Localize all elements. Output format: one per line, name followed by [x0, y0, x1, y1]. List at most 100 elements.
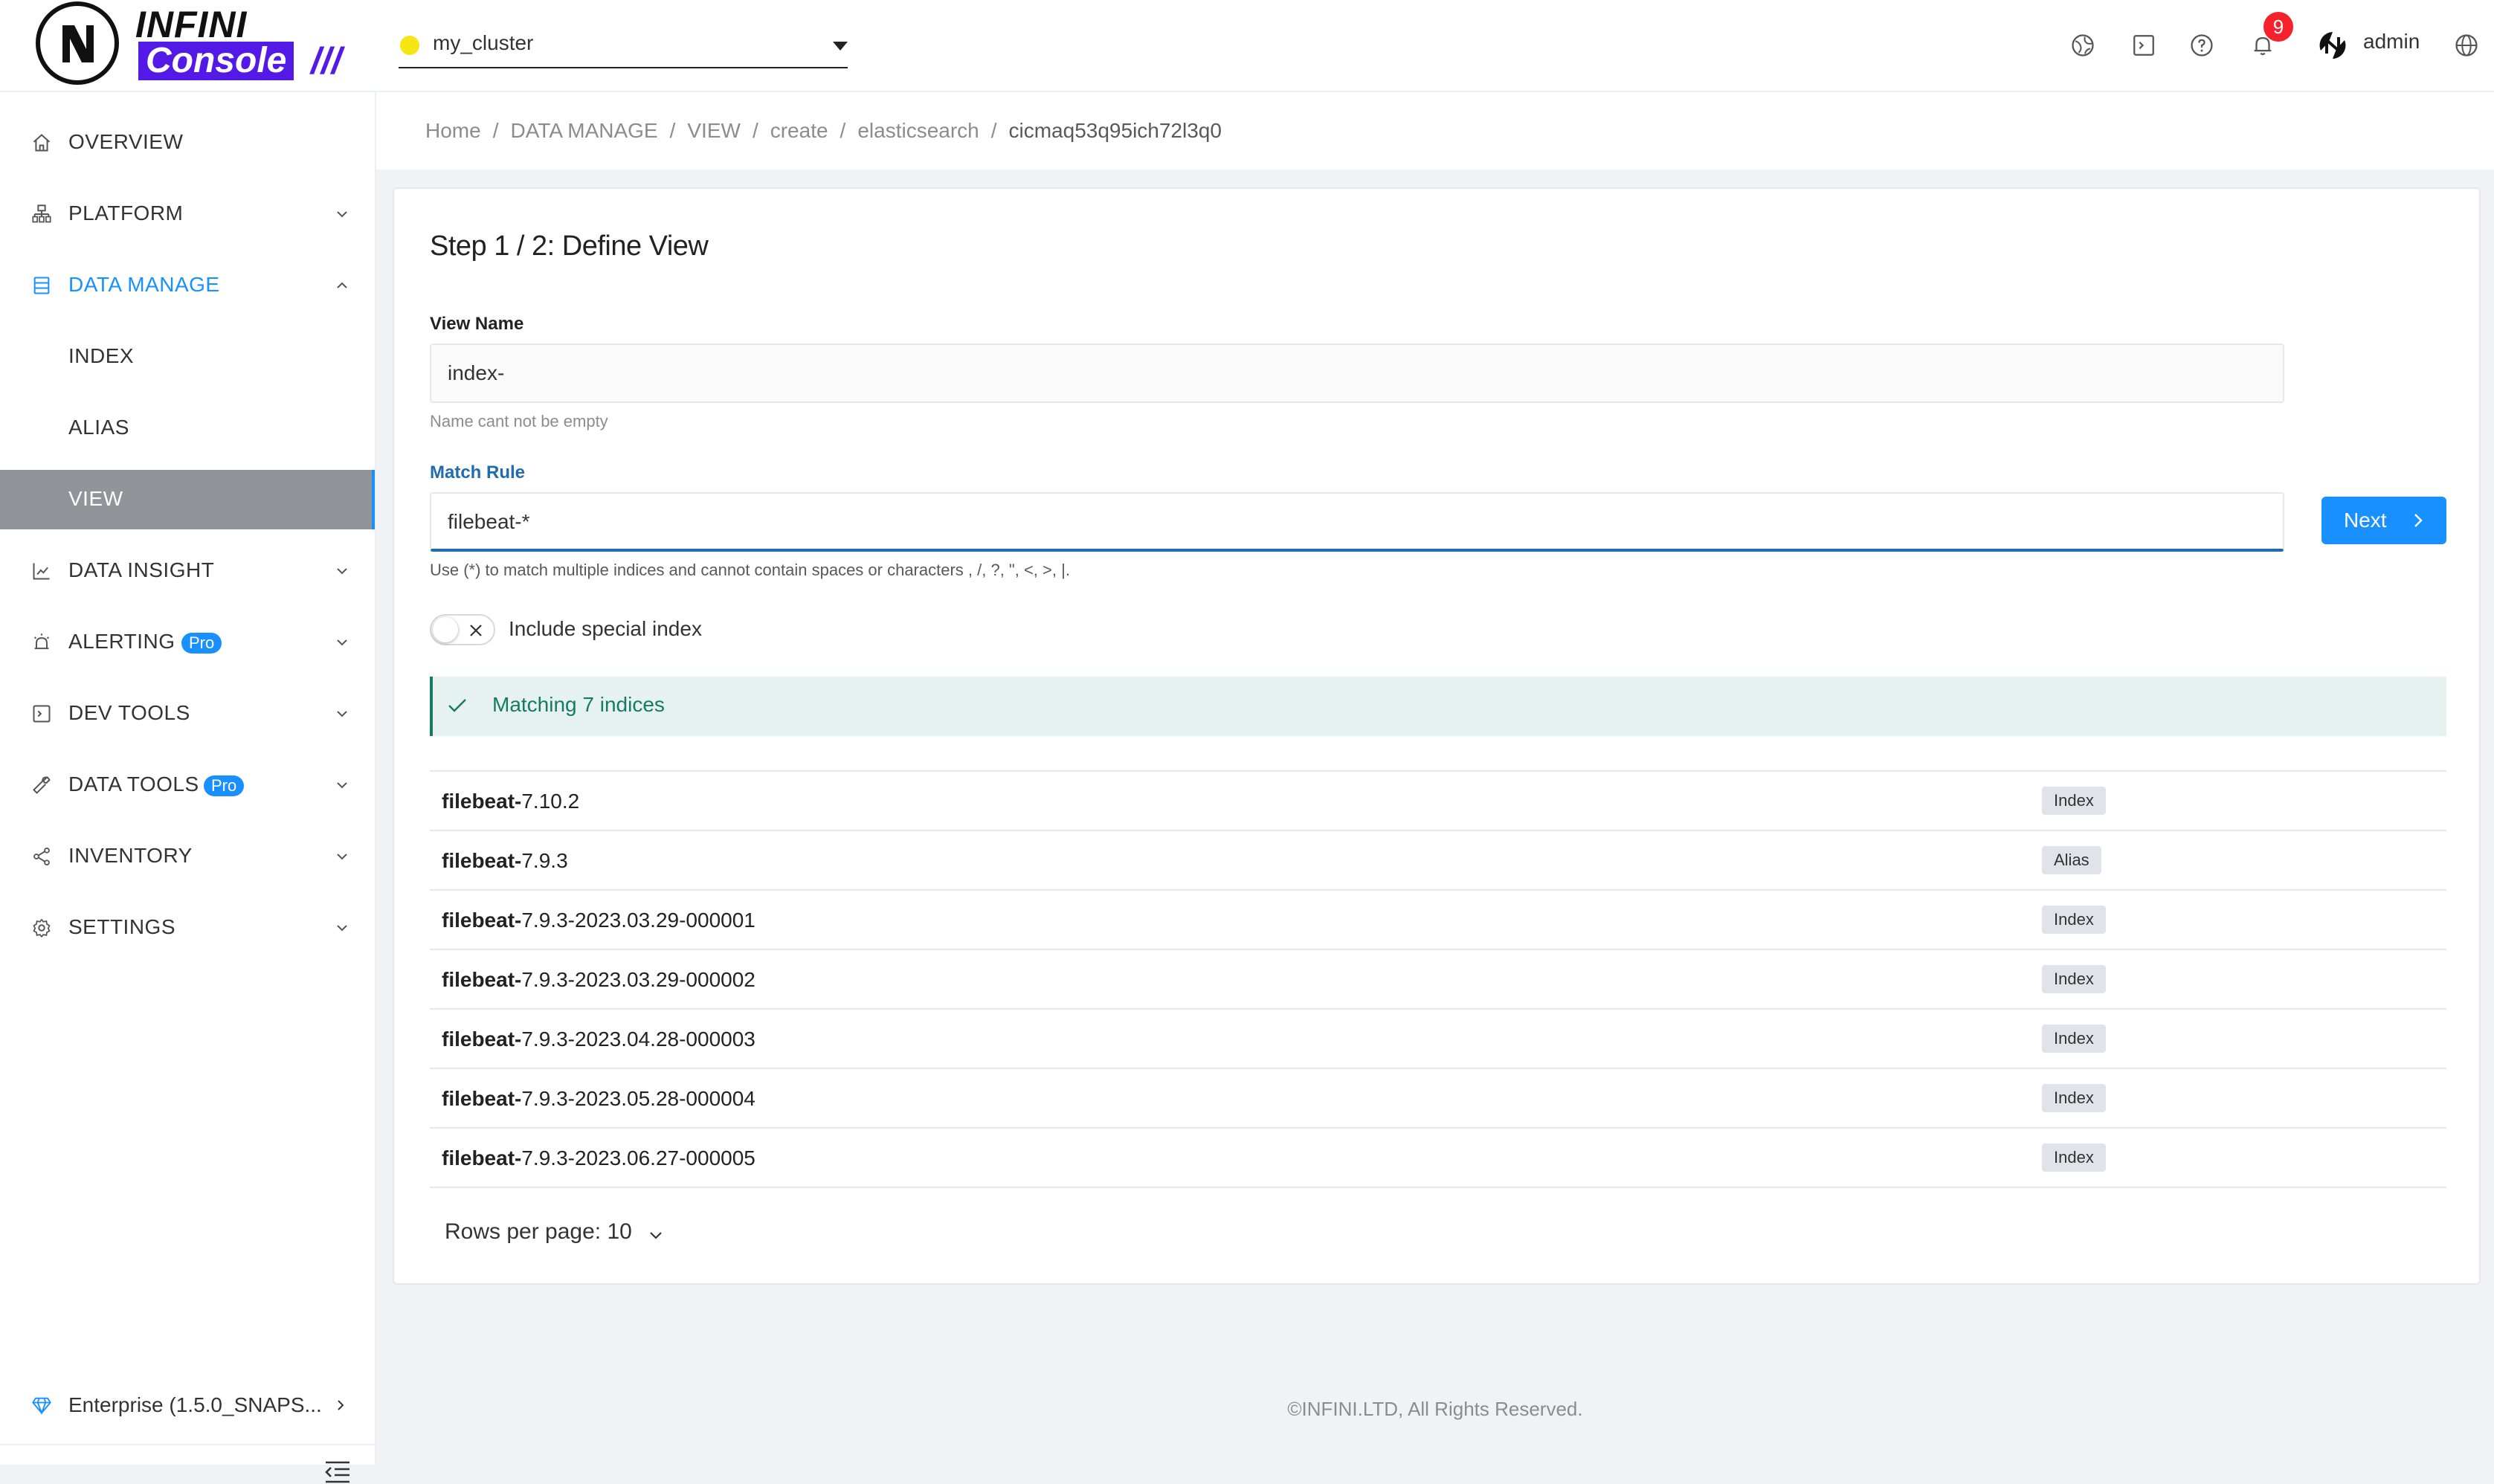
sidebar-item-view[interactable]: VIEW — [0, 470, 375, 529]
help-icon[interactable] — [2189, 33, 2214, 58]
sidebar-item-platform[interactable]: PLATFORM — [0, 184, 375, 244]
terminal-icon — [33, 705, 51, 723]
breadcrumb-item[interactable]: create — [770, 119, 828, 142]
chevron-right-icon — [338, 1400, 344, 1410]
matched-indices-table: filebeat-7.10.2 Index filebeat-7.9.3 Ali… — [430, 770, 2446, 1188]
table-row[interactable]: filebeat-7.9.3 Alias — [430, 831, 2446, 891]
logo-mark-icon — [36, 1, 119, 85]
table-row[interactable]: filebeat-7.9.3-2023.04.28-000003 Index — [430, 1010, 2446, 1069]
sidebar-item-label: ALERTING — [68, 630, 175, 653]
page-footer: ©INFINI.LTD, All Rights Reserved. — [1287, 1398, 1583, 1420]
rows-per-page-label: Rows per page: 10 — [445, 1219, 632, 1244]
sidebar-item-data-manage[interactable]: DATA MANAGE — [0, 256, 375, 315]
type-badge: Index — [2042, 1025, 2106, 1053]
breadcrumb-item[interactable]: Home — [425, 119, 481, 142]
type-badge: Alias — [2042, 846, 2101, 874]
cluster-name: my_cluster — [433, 31, 534, 54]
index-name: filebeat-7.9.3-2023.03.29-000002 — [442, 968, 755, 992]
sidebar-item-index[interactable]: INDEX — [0, 327, 375, 387]
table-row[interactable]: filebeat-7.9.3-2023.03.29-000001 Index — [430, 891, 2446, 950]
home-icon — [33, 134, 51, 152]
index-name: filebeat-7.9.3-2023.03.29-000001 — [442, 909, 755, 932]
type-badge: Index — [2042, 906, 2106, 934]
sidebar-item-label: SETTINGS — [68, 915, 176, 938]
language-icon[interactable] — [2070, 33, 2095, 58]
pro-badge: Pro — [204, 775, 245, 796]
notification-count-badge[interactable]: 9 — [2263, 12, 2293, 42]
sidebar-item-label: PLATFORM — [68, 201, 184, 225]
caret-down-icon — [833, 42, 848, 51]
type-badge: Index — [2042, 1084, 2106, 1112]
globe-icon[interactable] — [2454, 33, 2479, 58]
sidebar-item-overview[interactable]: OVERVIEW — [0, 113, 375, 172]
index-name-rest: 7.9.3-2023.06.27-000005 — [521, 1146, 755, 1170]
view-name-error: Name cant not be empty — [430, 412, 608, 430]
index-name-rest: 7.9.3-2023.05.28-000004 — [521, 1087, 755, 1110]
type-badge: Index — [2042, 787, 2106, 815]
gear-icon — [33, 918, 51, 938]
sidebar-item-settings[interactable]: SETTINGS — [0, 898, 375, 958]
view-name-input[interactable]: index- — [430, 343, 2284, 403]
match-highlight: filebeat- — [442, 1087, 522, 1110]
chevron-down-icon — [337, 211, 347, 218]
logo-slashes: /// — [311, 40, 342, 82]
include-special-index-label: Include special index — [509, 617, 702, 640]
share-icon — [33, 847, 50, 866]
database-icon — [33, 277, 50, 294]
chevron-down-icon — [337, 568, 347, 575]
brand-logo[interactable]: INFINI Console /// — [36, 0, 342, 92]
breadcrumb-item[interactable]: DATA MANAGE — [510, 119, 657, 142]
define-view-card: Step 1 / 2: Define View View Name index-… — [393, 187, 2481, 1285]
sidebar-item-label: VIEW — [68, 487, 123, 510]
sidebar-item-alias[interactable]: ALIAS — [0, 399, 375, 458]
match-result-banner: Matching 7 indices — [430, 677, 2446, 736]
table-row[interactable]: filebeat-7.10.2 Index — [430, 772, 2446, 831]
sidebar-item-alerting[interactable]: ALERTING Pro — [0, 613, 375, 672]
match-rule-label: Match Rule — [430, 462, 526, 483]
sidebar-item-dev-tools[interactable]: DEV TOOLS — [0, 684, 375, 743]
chevron-down-icon — [337, 711, 347, 717]
edition-info[interactable]: Enterprise (1.5.0_SNAPS... — [0, 1375, 375, 1435]
table-row[interactable]: filebeat-7.9.3-2023.03.29-000002 Index — [430, 950, 2446, 1010]
user-name[interactable]: admin — [2363, 30, 2420, 54]
match-highlight: filebeat- — [442, 909, 522, 932]
chevron-down-icon — [337, 639, 347, 646]
include-special-index-toggle[interactable] — [430, 614, 495, 645]
type-badge: Index — [2042, 965, 2106, 993]
chevron-down-icon — [337, 854, 347, 860]
diamond-icon — [32, 1397, 51, 1416]
breadcrumb-item[interactable]: VIEW — [687, 119, 741, 142]
sidebar-item-label: ALIAS — [68, 416, 129, 439]
check-icon — [448, 699, 466, 712]
wrench-icon — [33, 776, 51, 794]
match-highlight: filebeat- — [442, 1146, 522, 1170]
view-name-label: View Name — [430, 314, 524, 334]
collapse-menu-icon[interactable] — [324, 1460, 351, 1484]
next-button-label: Next — [2344, 509, 2387, 532]
index-name: filebeat-7.9.3 — [442, 849, 568, 873]
sidebar-item-label: INVENTORY — [68, 844, 193, 867]
avatar-icon[interactable] — [2317, 30, 2348, 61]
index-name-rest: 7.9.3-2023.03.29-000002 — [521, 968, 755, 991]
top-header: INFINI Console /// my_cluster 9 admin — [0, 0, 2494, 92]
index-name-rest: 7.10.2 — [521, 790, 580, 813]
match-rule-input[interactable]: filebeat-* — [430, 492, 2284, 552]
chevron-down-icon — [650, 1232, 662, 1239]
sidebar-item-data-insight[interactable]: DATA INSIGHT — [0, 541, 375, 601]
toggle-knob — [433, 617, 458, 642]
match-highlight: filebeat- — [442, 968, 522, 991]
sidebar-item-label: INDEX — [68, 344, 135, 367]
cluster-selector[interactable]: my_cluster — [399, 25, 848, 68]
table-row[interactable]: filebeat-7.9.3-2023.05.28-000004 Index — [430, 1069, 2446, 1129]
next-button[interactable]: Next — [2321, 497, 2446, 544]
table-row[interactable]: filebeat-7.9.3-2023.06.27-000005 Index — [430, 1129, 2446, 1188]
alarm-icon — [33, 633, 50, 650]
sidebar-item-data-tools[interactable]: DATA TOOLS Pro — [0, 755, 375, 815]
page-title: Step 1 / 2: Define View — [430, 230, 709, 262]
terminal-icon[interactable] — [2131, 33, 2156, 58]
index-name: filebeat-7.9.3-2023.04.28-000003 — [442, 1027, 755, 1051]
sidebar-footer: Enterprise (1.5.0_SNAPS... — [0, 1375, 375, 1483]
sidebar-item-inventory[interactable]: INVENTORY — [0, 827, 375, 886]
breadcrumb-item[interactable]: elasticsearch — [857, 119, 979, 142]
close-icon — [470, 625, 482, 636]
